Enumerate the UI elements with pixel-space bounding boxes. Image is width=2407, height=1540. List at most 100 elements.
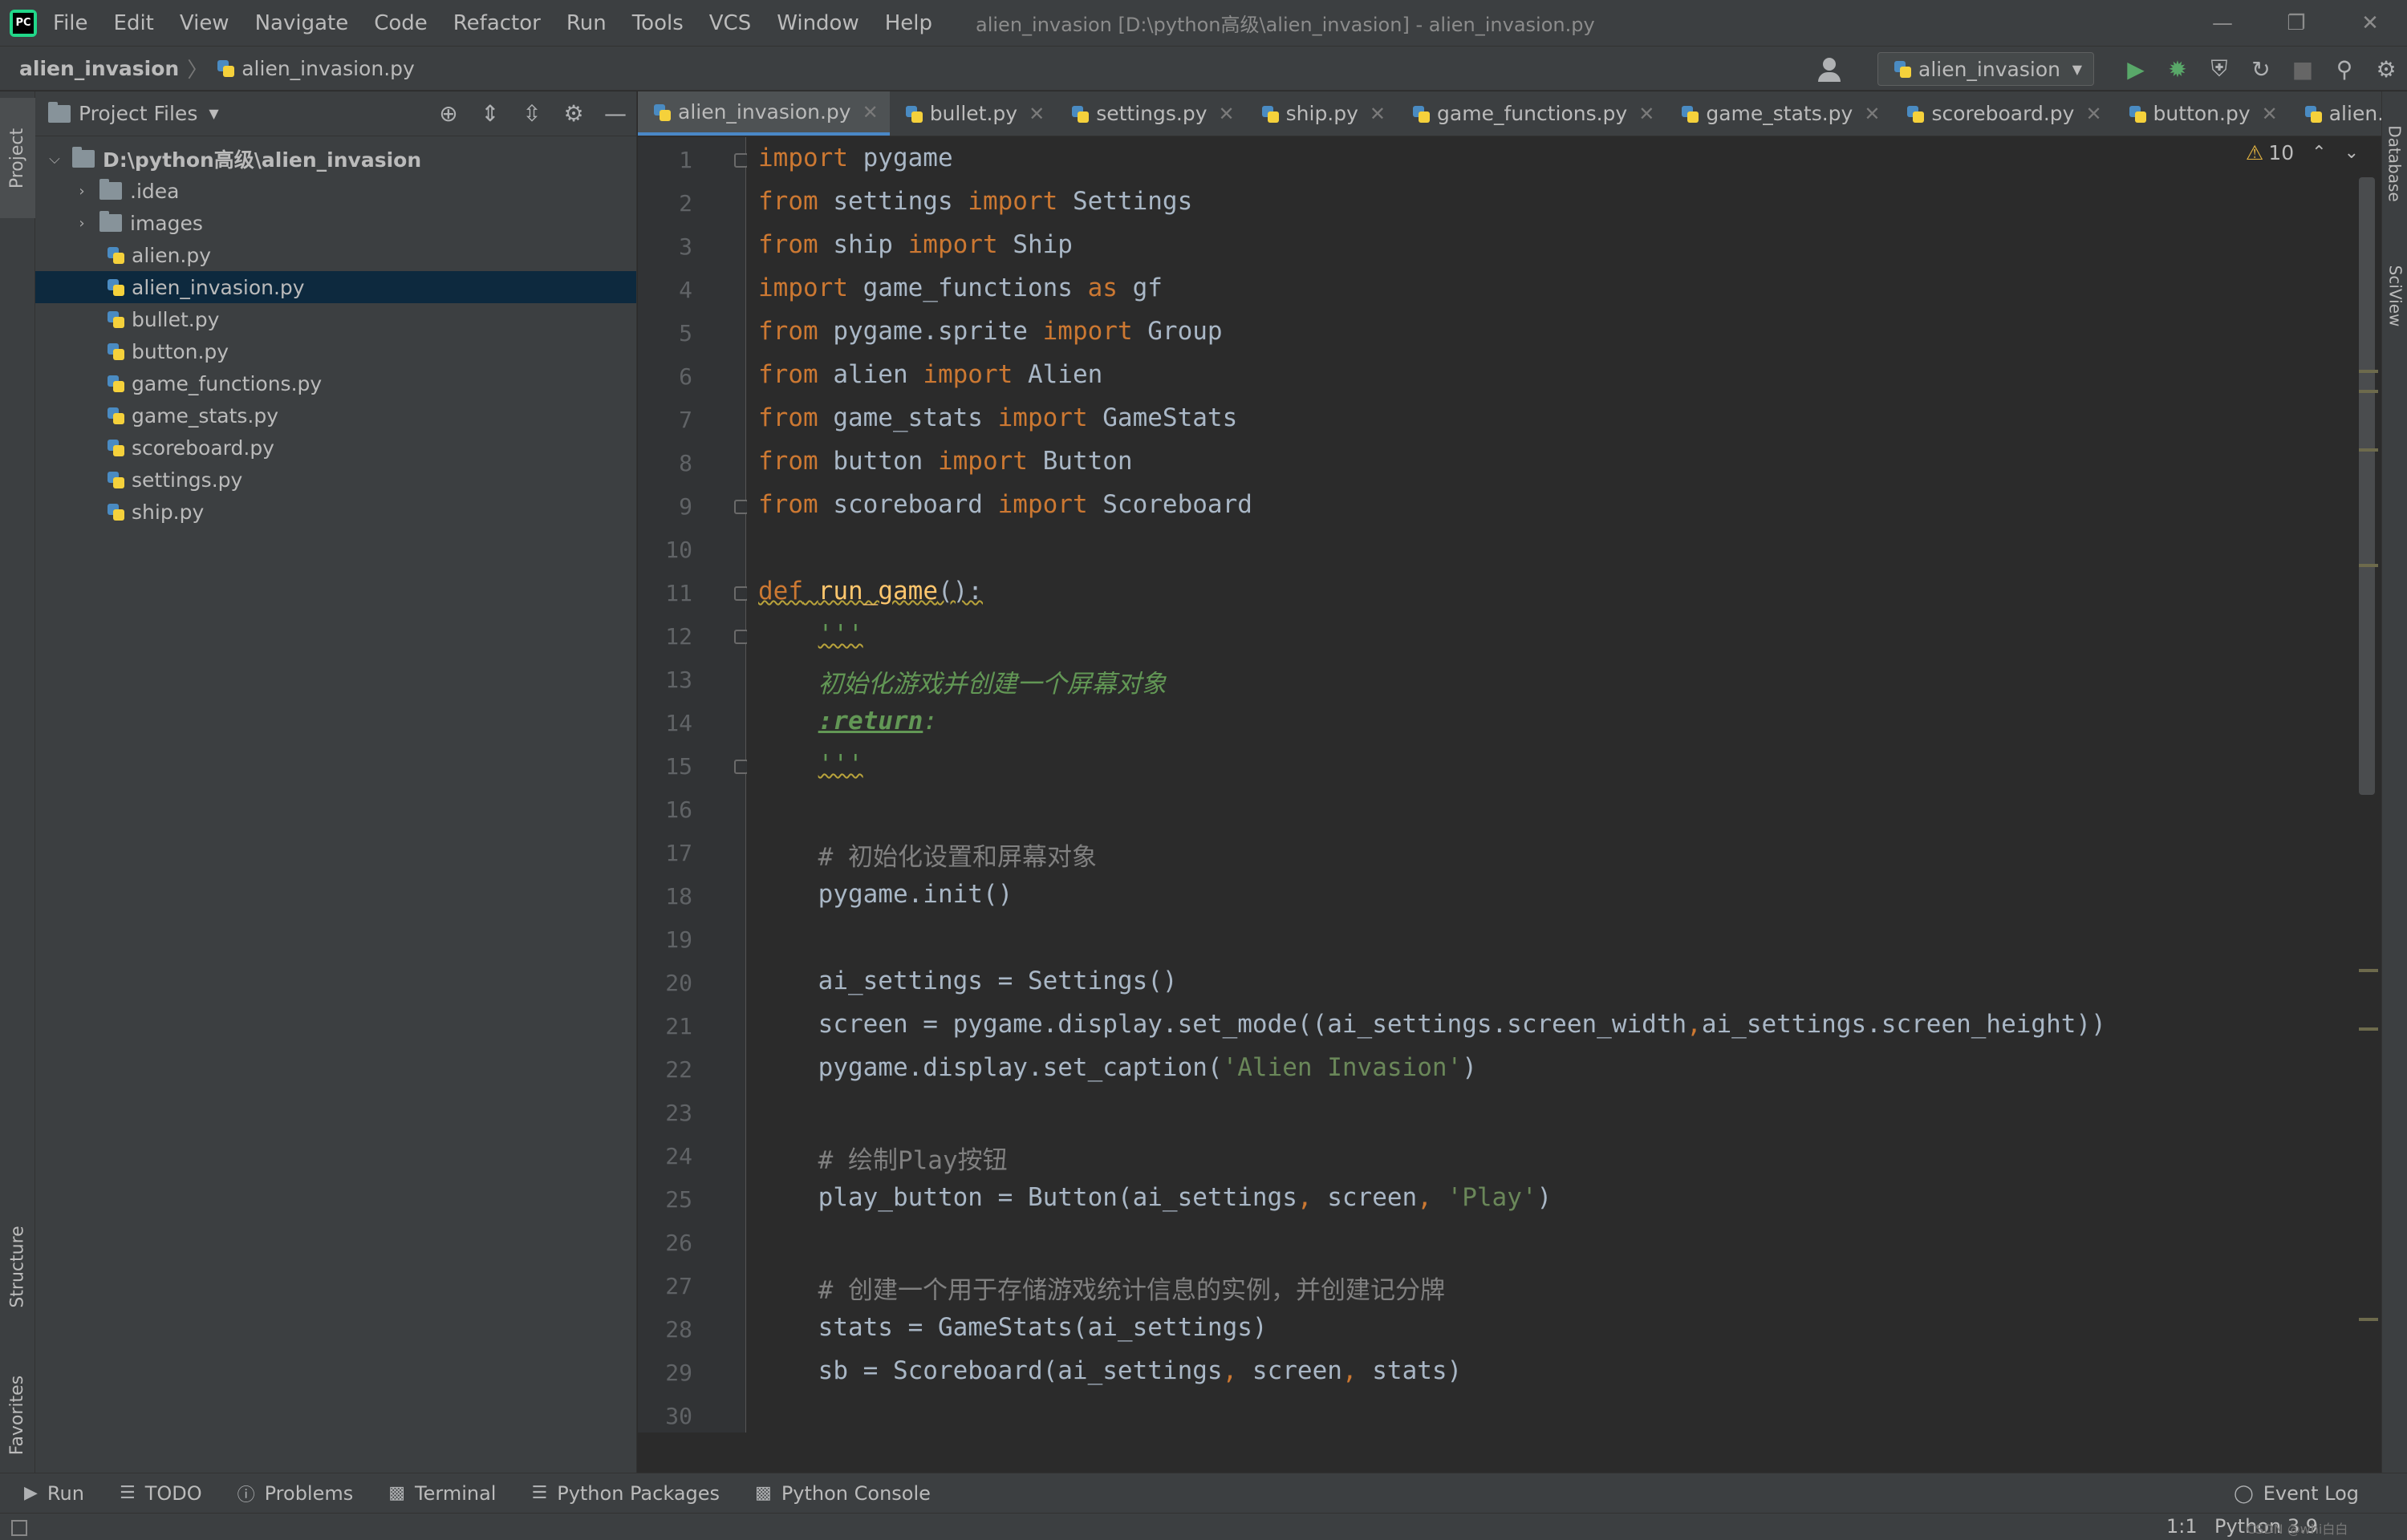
tree-file-bullet[interactable]: bullet.py bbox=[35, 303, 636, 335]
close-tab-icon[interactable]: ✕ bbox=[1638, 103, 1654, 125]
warning-stripe-marker[interactable] bbox=[2359, 969, 2378, 972]
project-panel-tools: ⊕ ⇕ ⇳ ⚙ — bbox=[428, 96, 636, 132]
menu-view[interactable]: View bbox=[180, 11, 229, 35]
menu-window[interactable]: Window bbox=[777, 11, 859, 35]
warning-stripe-marker[interactable] bbox=[2359, 370, 2378, 373]
run-icon[interactable]: ▶ bbox=[2115, 51, 2157, 87]
tool-window-sciview[interactable]: SciView bbox=[2382, 244, 2407, 348]
next-highlight-icon[interactable]: ⌄ bbox=[2344, 143, 2359, 163]
code-keyword: import bbox=[907, 230, 998, 259]
tool-window-problems[interactable]: ⓘ Problems bbox=[237, 1481, 354, 1506]
close-tab-icon[interactable]: ✕ bbox=[2085, 103, 2101, 125]
tree-file-scoreboard[interactable]: scoreboard.py bbox=[35, 432, 636, 464]
close-tab-icon[interactable]: ✕ bbox=[1219, 103, 1235, 125]
close-tab-icon[interactable]: ✕ bbox=[1864, 103, 1880, 125]
tree-file-button[interactable]: button.py bbox=[35, 335, 636, 367]
locate-file-icon[interactable]: ⊕ bbox=[428, 96, 469, 132]
toggle-tool-windows-icon[interactable] bbox=[11, 1520, 27, 1536]
project-view-selector[interactable]: Project Files bbox=[79, 102, 197, 125]
tab-button[interactable]: button.py ✕ bbox=[2113, 91, 2289, 136]
collapse-all-icon[interactable]: ⇳ bbox=[511, 96, 553, 132]
tree-file-alien-invasion[interactable]: alien_invasion.py bbox=[35, 271, 636, 303]
event-log-button[interactable]: ◯ Event Log bbox=[2234, 1473, 2359, 1514]
tool-window-sciview-label: SciView bbox=[2385, 265, 2405, 327]
tool-window-run[interactable]: ▶ Run bbox=[24, 1482, 84, 1505]
warning-stripe-marker[interactable] bbox=[2359, 1318, 2378, 1321]
tree-file-game-stats[interactable]: game_stats.py bbox=[35, 399, 636, 432]
code-editor[interactable]: import pygame from settings import Setti… bbox=[747, 137, 2359, 1433]
chevron-right-icon[interactable]: › bbox=[72, 183, 91, 200]
tool-window-python-packages[interactable]: ☰ Python Packages bbox=[531, 1482, 720, 1505]
coverage-icon[interactable]: ⛨ bbox=[2198, 51, 2240, 87]
breadcrumb-file[interactable]: alien_invasion.py bbox=[242, 57, 415, 80]
close-tab-icon[interactable]: ✕ bbox=[2262, 103, 2278, 125]
tool-window-project[interactable]: Project bbox=[0, 98, 35, 218]
menu-file[interactable]: File bbox=[53, 11, 88, 35]
tab-game-functions[interactable]: game_functions.py ✕ bbox=[1397, 91, 1666, 136]
folder-icon bbox=[48, 101, 71, 123]
chevron-right-icon[interactable]: › bbox=[72, 215, 91, 232]
tree-file-game-functions[interactable]: game_functions.py bbox=[35, 367, 636, 399]
previous-highlight-icon[interactable]: ⌃ bbox=[2312, 143, 2326, 163]
menu-help[interactable]: Help bbox=[885, 11, 932, 35]
tab-alien-invasion[interactable]: alien_invasion.py ✕ bbox=[638, 91, 890, 136]
inspections-widget[interactable]: ⚠ 10 ⌃ ⌄ bbox=[2246, 141, 2359, 164]
close-tab-icon[interactable]: ✕ bbox=[863, 101, 879, 124]
tool-window-database-label: Database bbox=[2385, 125, 2405, 202]
tree-file-alien[interactable]: alien.py bbox=[35, 239, 636, 271]
tool-window-database[interactable]: Database bbox=[2382, 107, 2407, 220]
tool-window-favorites[interactable]: Favorites bbox=[0, 1351, 35, 1479]
line-number: 22 bbox=[665, 1056, 692, 1083]
close-window-icon[interactable]: ✕ bbox=[2333, 0, 2407, 46]
user-icon[interactable] bbox=[1816, 53, 1860, 85]
minimize-icon[interactable]: — bbox=[2186, 0, 2259, 46]
breadcrumb-project[interactable]: alien_invasion bbox=[19, 57, 179, 80]
editor-scrollbar[interactable] bbox=[2359, 137, 2381, 1433]
tab-settings[interactable]: settings.py ✕ bbox=[1056, 91, 1245, 136]
tree-folder-images[interactable]: › images bbox=[35, 207, 636, 239]
tool-window-python-console[interactable]: ▩ Python Console bbox=[755, 1482, 931, 1505]
search-icon[interactable]: ⚲ bbox=[2324, 51, 2365, 87]
debug-icon[interactable]: ✹ bbox=[2157, 51, 2198, 87]
warning-count: 10 bbox=[2268, 141, 2295, 164]
tool-window-structure[interactable]: Structure bbox=[0, 1198, 35, 1335]
menu-vcs[interactable]: VCS bbox=[709, 11, 751, 35]
scrollbar-thumb[interactable] bbox=[2359, 177, 2375, 795]
tab-ship[interactable]: ship.py ✕ bbox=[1246, 91, 1397, 136]
tree-file-ship[interactable]: ship.py bbox=[35, 496, 636, 528]
menu-run[interactable]: Run bbox=[566, 11, 607, 35]
close-tab-icon[interactable]: ✕ bbox=[1370, 103, 1386, 125]
tool-window-terminal[interactable]: ▩ Terminal bbox=[388, 1482, 496, 1505]
menu-tools[interactable]: Tools bbox=[632, 11, 684, 35]
tree-folder-idea[interactable]: › .idea bbox=[35, 175, 636, 207]
tree-root-folder[interactable]: ⌵ D:\python高级\alien_invasion bbox=[35, 143, 636, 175]
menu-navigate[interactable]: Navigate bbox=[255, 11, 349, 35]
tab-bullet[interactable]: bullet.py ✕ bbox=[890, 91, 1057, 136]
close-tab-icon[interactable]: ✕ bbox=[1029, 103, 1045, 125]
warning-stripe-marker[interactable] bbox=[2359, 564, 2378, 567]
warning-stripe-marker[interactable] bbox=[2359, 1027, 2378, 1031]
chevron-down-icon[interactable]: ⌵ bbox=[45, 151, 64, 168]
code-line: :return: bbox=[758, 707, 938, 736]
caret-position[interactable]: 1:1 bbox=[2166, 1515, 2198, 1538]
tab-game-stats[interactable]: game_stats.py ✕ bbox=[1666, 91, 1891, 136]
code-line: pygame.init() bbox=[758, 880, 1013, 909]
profile-icon[interactable]: ↻ bbox=[2240, 51, 2282, 87]
warning-stripe-marker[interactable] bbox=[2359, 448, 2378, 452]
settings-gear-icon[interactable]: ⚙ bbox=[2365, 51, 2407, 87]
folder-icon bbox=[99, 211, 122, 232]
tool-window-todo[interactable]: ☰ TODO bbox=[120, 1482, 202, 1505]
tree-file-settings[interactable]: settings.py bbox=[35, 464, 636, 496]
menu-refactor[interactable]: Refactor bbox=[453, 11, 541, 35]
warning-stripe-marker[interactable] bbox=[2359, 390, 2378, 393]
menu-code[interactable]: Code bbox=[374, 11, 428, 35]
tab-scoreboard[interactable]: scoreboard.py ✕ bbox=[1891, 91, 2113, 136]
gear-icon[interactable]: ⚙ bbox=[553, 96, 595, 132]
stop-icon[interactable]: ■ bbox=[2282, 51, 2324, 87]
expand-all-icon[interactable]: ⇕ bbox=[469, 96, 511, 132]
run-configuration-select[interactable]: alien_invasion ▼ bbox=[1877, 52, 2094, 86]
hide-panel-icon[interactable]: — bbox=[595, 96, 636, 132]
restore-icon[interactable]: ❐ bbox=[2259, 0, 2333, 46]
chevron-down-icon[interactable]: ▼ bbox=[209, 106, 218, 121]
menu-edit[interactable]: Edit bbox=[114, 11, 154, 35]
